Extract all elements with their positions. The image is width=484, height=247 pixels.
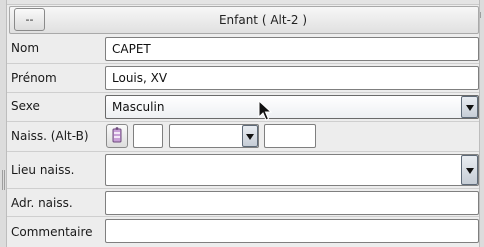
- naissance-label: Naiss. (Alt-B): [11, 129, 89, 143]
- row-divider: [7, 216, 479, 217]
- chevron-down-icon: [466, 168, 474, 174]
- window-frame-top: [0, 0, 484, 5]
- calendar-button[interactable]: [106, 124, 128, 148]
- resize-grip[interactable]: [2, 170, 5, 190]
- nom-label: Nom: [11, 41, 40, 55]
- lieu-naissance-dropdown-button[interactable]: [461, 155, 478, 185]
- section-title: Enfant ( Alt-2 ): [218, 13, 308, 27]
- row-divider: [7, 92, 479, 93]
- calendar-icon: [112, 127, 122, 143]
- prenom-label: Prénom: [11, 71, 57, 85]
- row-divider: [7, 151, 479, 152]
- collapse-button[interactable]: --: [14, 8, 45, 31]
- birth-month-dropdown-button[interactable]: [242, 125, 258, 147]
- birth-year-input[interactable]: [264, 124, 316, 148]
- chevron-down-icon: [246, 134, 254, 140]
- chevron-down-icon: [466, 105, 474, 111]
- sexe-select[interactable]: Masculin: [105, 95, 479, 119]
- commentaire-label: Commentaire: [11, 225, 93, 239]
- mouse-pointer-icon: [258, 100, 272, 121]
- lieu-naissance-input[interactable]: [105, 154, 479, 186]
- adresse-naissance-label: Adr. naiss.: [11, 196, 73, 210]
- row-divider: [7, 63, 479, 64]
- sexe-dropdown-button[interactable]: [461, 96, 478, 118]
- nom-input[interactable]: CAPET: [105, 37, 479, 61]
- row-divider: [7, 188, 479, 189]
- window-frame-right: [479, 0, 484, 247]
- row-divider: [7, 121, 479, 122]
- lieu-naissance-label: Lieu naiss.: [11, 163, 75, 177]
- birth-day-input[interactable]: [133, 124, 163, 148]
- window-frame-left: [0, 0, 7, 247]
- adresse-naissance-input[interactable]: [105, 191, 479, 215]
- resize-grip-right[interactable]: [480, 12, 483, 18]
- sexe-selected-value: Masculin: [112, 100, 165, 114]
- sexe-label: Sexe: [11, 99, 40, 113]
- prenom-input[interactable]: Louis, XV: [105, 66, 479, 90]
- commentaire-input[interactable]: [105, 219, 479, 243]
